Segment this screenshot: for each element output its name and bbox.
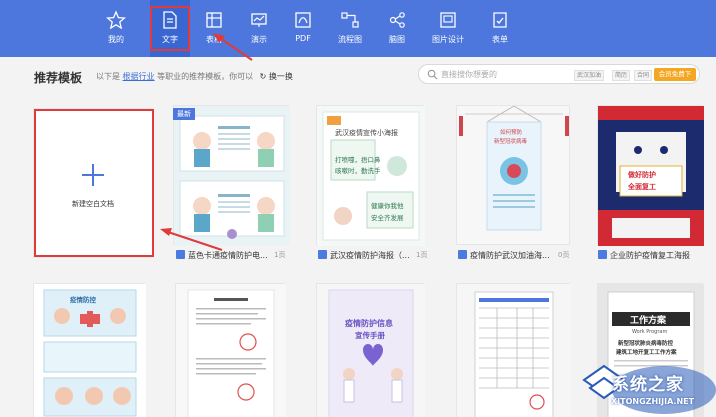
toolbar-item-sheet[interactable]: 表格 xyxy=(194,0,234,57)
thumb-text: 全面复工 xyxy=(628,183,656,191)
toolbar-label: 流程图 xyxy=(338,35,362,44)
swap-label: 换一换 xyxy=(268,72,293,81)
thumb-line: 安全齐发展 xyxy=(371,214,404,222)
subtitle-prefix: 以下是 xyxy=(96,72,120,81)
doc-file-icon xyxy=(458,250,467,259)
template-thumbnail xyxy=(317,106,425,246)
template-title: 疫情防护武汉加油海... xyxy=(470,251,550,260)
mindmap-icon xyxy=(389,12,405,28)
top-toolbar: 我的 文字 表格 演示 PDF 流程图 脑图 图片设计 表单 xyxy=(0,0,716,57)
toolbar-label: 脑图 xyxy=(389,35,405,44)
doc-file-icon xyxy=(176,250,185,259)
swap-button[interactable]: ↻ 换一换 xyxy=(260,72,293,81)
subtitle-suffix: 等职业的推荐模板，你可以 xyxy=(157,72,254,81)
template-caption[interactable]: 疫情防护武汉加油海... 0页 xyxy=(458,250,569,261)
template-card[interactable]: 疫情防控 xyxy=(33,283,146,417)
template-card[interactable]: 武汉疫情宣传小海报 打喷嚏，捂口鼻 咳嗽时，勤洗手 健康你我他 安全齐发展 xyxy=(316,105,425,246)
template-card[interactable] xyxy=(456,283,571,417)
template-title: 企业防护疫情复工海报 xyxy=(610,251,690,260)
template-card[interactable]: 如何预防 新型冠状病毒 xyxy=(456,105,570,245)
thumb-title: 工作方案 xyxy=(630,316,667,326)
header-subtitle: 以下是 根据行业 等职业的推荐模板，你可以 ↻ 换一换 xyxy=(96,71,293,82)
presentation-icon xyxy=(251,13,267,27)
star-icon xyxy=(106,10,126,30)
thumb-line: 打喷嚏，捂口鼻 xyxy=(335,156,381,164)
template-card[interactable]: 疫情防护信息 宣传手册 xyxy=(316,283,425,417)
search-placeholder: 直接搜你想要的 xyxy=(441,70,497,79)
template-caption[interactable]: 企业防护疫情复工海报 xyxy=(598,250,690,261)
thumb-title: 武汉疫情宣传小海报 xyxy=(335,129,398,137)
flowchart-icon xyxy=(341,12,359,28)
toolbar-label: 我的 xyxy=(108,35,124,44)
search-tag[interactable]: 武汉加油 xyxy=(574,70,605,81)
thumb-subtitle: Work Program xyxy=(632,329,668,335)
template-card[interactable]: 做好防护 全面复工 xyxy=(597,105,704,246)
thumb-title: 宣传手册 xyxy=(355,331,385,340)
template-title: 蓝色卡通疫情防护电... xyxy=(188,251,268,260)
industry-link[interactable]: 根据行业 xyxy=(123,72,155,81)
toolbar-item-pdf[interactable]: PDF xyxy=(283,0,323,57)
template-pages: 1页 xyxy=(416,251,428,259)
vip-free-download-button[interactable]: 会员免费下 xyxy=(654,68,696,81)
template-thumbnail xyxy=(457,284,571,417)
template-pages: 0页 xyxy=(558,251,570,259)
toolbar-item-image-design[interactable]: 图片设计 xyxy=(428,0,468,57)
toolbar-label: PDF xyxy=(295,34,311,43)
template-thumbnail xyxy=(174,106,290,246)
highlight-box-text-tab xyxy=(150,6,190,51)
search-tag[interactable]: 合同 xyxy=(634,70,653,81)
toolbar-item-mine[interactable]: 我的 xyxy=(96,0,136,57)
image-design-icon xyxy=(440,12,456,28)
watermark-text: 系统之家 xyxy=(612,375,684,395)
template-thumbnail xyxy=(317,284,425,417)
page-title: 推荐模板 xyxy=(34,71,83,85)
template-card[interactable] xyxy=(173,105,290,246)
search-icon xyxy=(427,69,438,80)
thumb-desc: 建筑工地开复工工作方案 xyxy=(616,350,677,356)
thumb-line: 健康你我他 xyxy=(371,202,404,210)
thumb-line: 咳嗽时，勤洗手 xyxy=(335,167,381,175)
toolbar-label: 表格 xyxy=(206,35,222,44)
doc-file-icon xyxy=(318,250,327,259)
table-icon xyxy=(206,12,222,28)
template-caption[interactable]: 蓝色卡通疫情防护电... 1页 xyxy=(176,250,285,261)
toolbar-label: 图片设计 xyxy=(432,35,464,44)
template-title: 武汉疫情防护海报（... xyxy=(330,251,410,260)
template-pages: 1页 xyxy=(274,251,286,259)
toolbar-item-mindmap[interactable]: 脑图 xyxy=(377,0,417,57)
thumb-title: 新型冠状病毒 xyxy=(494,139,528,145)
search-tag[interactable]: 简历 xyxy=(612,70,631,81)
thumb-title: 疫情防护信息 xyxy=(345,319,393,328)
toolbar-item-form[interactable]: 表单 xyxy=(480,0,520,57)
watermark-subtext: XITONGZHIJIA.NET xyxy=(611,397,695,406)
thumb-title: 如何预防 xyxy=(500,130,523,136)
toolbar-label: 表单 xyxy=(492,35,508,44)
form-icon xyxy=(493,12,507,28)
template-thumbnail xyxy=(176,284,286,417)
template-card[interactable] xyxy=(175,283,286,417)
toolbar-item-flowchart[interactable]: 流程图 xyxy=(330,0,370,57)
new-badge: 最新 xyxy=(173,108,195,120)
doc-file-icon xyxy=(598,250,607,259)
template-thumbnail xyxy=(459,106,569,231)
template-caption[interactable]: 武汉疫情防护海报（... 1页 xyxy=(318,250,427,261)
thumb-desc: 新型冠状肺炎病毒防控 xyxy=(618,341,674,347)
highlight-box-new-document xyxy=(34,109,154,257)
toolbar-label: 演示 xyxy=(251,35,267,44)
thumb-text: 做好防护 xyxy=(628,171,656,179)
toolbar-item-presentation[interactable]: 演示 xyxy=(239,0,279,57)
thumb-title: 疫情防控 xyxy=(70,296,96,304)
pdf-icon xyxy=(295,12,311,28)
